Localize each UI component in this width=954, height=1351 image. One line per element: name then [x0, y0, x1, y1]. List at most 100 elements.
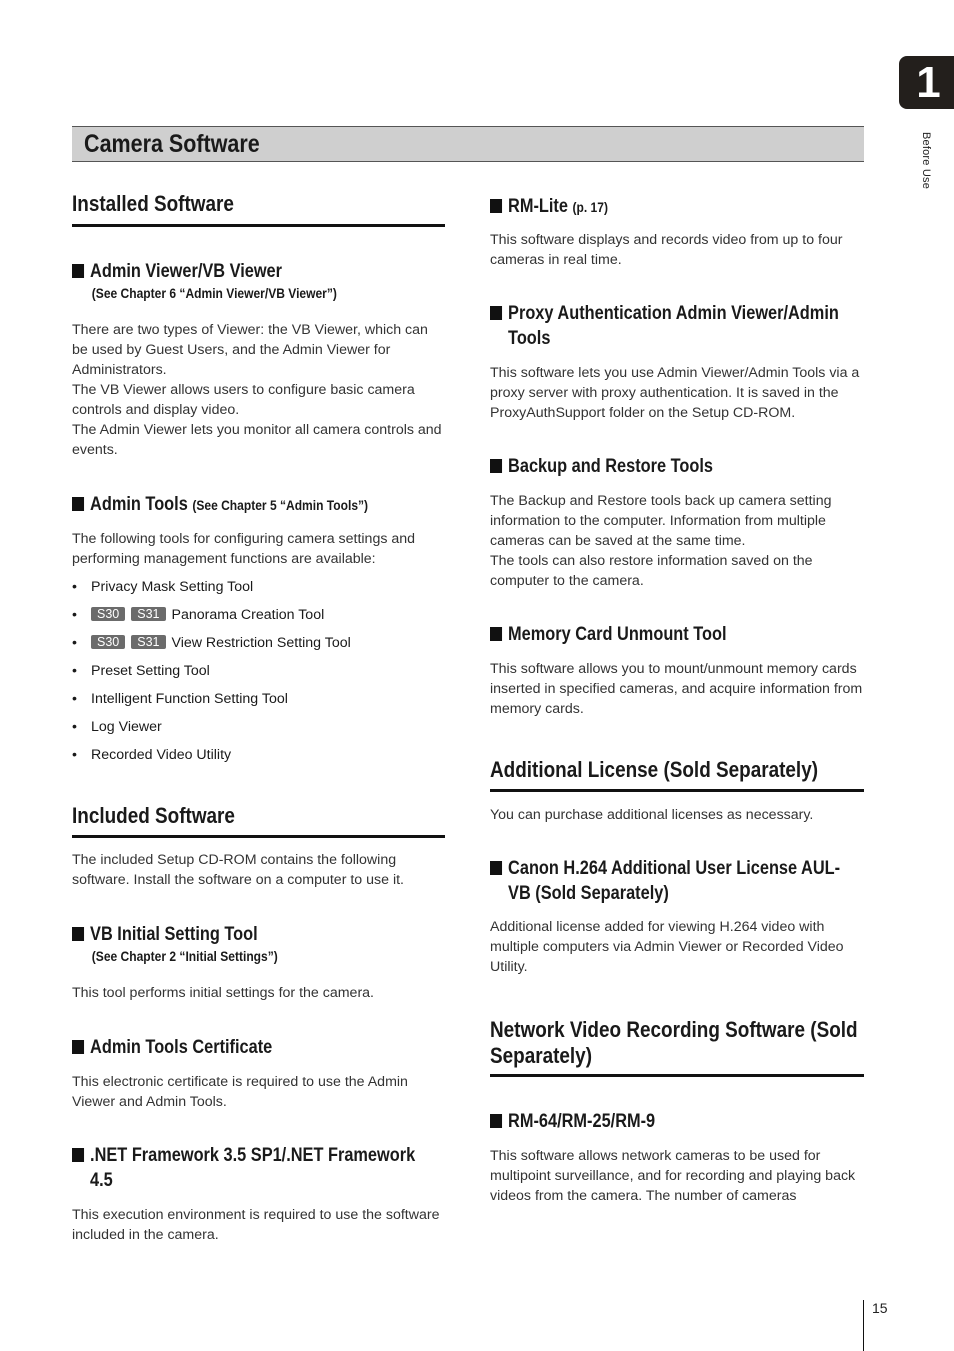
square-bullet-icon — [490, 199, 503, 213]
tool-name: Intelligent Function Setting Tool — [91, 691, 288, 707]
subsection-memory-card-unmount: Memory Card Unmount Tool — [490, 622, 864, 647]
subsection-admin-tools-certificate: Admin Tools Certificate — [72, 1035, 445, 1060]
tool-list-item: • Log Viewer — [72, 713, 445, 741]
chapter-reference[interactable]: (See Chapter 2 “Initial Settings”) — [72, 947, 393, 965]
bullet-icon: • — [72, 635, 77, 651]
chapter-reference[interactable]: (See Chapter 5 “Admin Tools”) — [192, 497, 368, 513]
rm-lite-description: This software displays and records video… — [490, 230, 864, 270]
paragraph: The included Setup CD-ROM contains the f… — [72, 852, 404, 888]
square-bullet-icon — [72, 1040, 85, 1054]
tool-list-item: • S30 S31 View Restriction Setting Tool — [72, 629, 445, 657]
tool-name: Privacy Mask Setting Tool — [91, 579, 254, 595]
square-bullet-icon — [490, 627, 503, 641]
chapter-label: Before Use — [920, 132, 932, 190]
subsection-heading: Backup and Restore Tools — [490, 454, 863, 479]
paragraph: This software allows network cameras to … — [490, 1148, 856, 1204]
square-bullet-icon — [490, 861, 503, 875]
bullet-icon: • — [72, 579, 77, 595]
tool-name: Recorded Video Utility — [91, 747, 232, 763]
section-network-video-recording: Network Video Recording Software (Sold Se… — [490, 1017, 864, 1069]
tool-list-item: • Intelligent Function Setting Tool — [72, 685, 445, 713]
proxy-description: This software lets you use Admin Viewer/… — [490, 363, 864, 423]
model-badge: S31 — [131, 607, 166, 621]
subsection-dotnet-framework: .NET Framework 3.5 SP1/.NET Framework 4.5 — [72, 1143, 445, 1193]
rm-64-description: This software allows network cameras to … — [490, 1146, 864, 1206]
square-bullet-icon — [490, 459, 503, 473]
subsection-heading: Canon H.264 Additional User License AUL-… — [490, 856, 863, 906]
subsection-heading: Proxy Authentication Admin Viewer/Admin T… — [490, 301, 863, 351]
bullet-icon: • — [72, 663, 77, 679]
tool-name: Log Viewer — [91, 719, 162, 735]
subsection-h264-license: Canon H.264 Additional User License AUL-… — [490, 856, 864, 906]
model-badge: S30 — [91, 607, 126, 621]
additional-license-intro: You can purchase additional licenses as … — [490, 805, 864, 825]
subsection-heading: VB Initial Setting Tool — [72, 922, 444, 947]
square-bullet-icon — [490, 1114, 503, 1128]
section-rule — [72, 224, 445, 227]
subsection-heading: Admin Tools (See Chapter 5 “Admin Tools”… — [72, 492, 444, 518]
tool-name: Panorama Creation Tool — [171, 607, 325, 623]
paragraph: The VB Viewer allows users to configure … — [72, 382, 415, 418]
subsection-heading: RM-64/RM-25/RM-9 — [490, 1109, 863, 1134]
subsection-heading: Admin Viewer/VB Viewer — [72, 259, 444, 284]
subsection-rm-lite: RM-Lite (p. 17) — [490, 194, 864, 220]
certificate-description: This electronic certificate is required … — [72, 1072, 445, 1112]
subsection-heading: .NET Framework 3.5 SP1/.NET Framework 4.5 — [72, 1143, 444, 1193]
tool-list: • Privacy Mask Setting Tool • S30 S31 Panoram… — [72, 573, 445, 769]
admin-tools-intro: The following tools for configuring came… — [72, 529, 445, 569]
paragraph: Additional license added for viewing H.2… — [490, 919, 844, 975]
admin-viewer-description: There are two types of Viewer: the VB Vi… — [72, 320, 445, 460]
chapter-number: 1 — [916, 57, 941, 107]
subsection-heading: Memory Card Unmount Tool — [490, 622, 863, 647]
model-badge: S31 — [131, 635, 166, 649]
section-heading: Additional License (Sold Separately) — [490, 757, 819, 782]
bullet-icon: • — [72, 607, 77, 623]
tool-list-item: • Recorded Video Utility — [72, 741, 445, 769]
square-bullet-icon — [72, 927, 85, 941]
paragraph: This execution environment is required t… — [72, 1207, 440, 1243]
paragraph: You can purchase additional licenses as … — [490, 807, 814, 823]
page-title-bar: Camera Software — [72, 126, 864, 162]
paragraph: There are two types of Viewer: the VB Vi… — [72, 322, 428, 378]
subsection-admin-tools: Admin Tools (See Chapter 5 “Admin Tools”… — [72, 492, 445, 518]
paragraph: The Backup and Restore tools back up cam… — [490, 493, 832, 549]
subsection-admin-viewer: Admin Viewer/VB Viewer (See Chapter 6 “A… — [72, 259, 445, 302]
vb-initial-description: This tool performs initial settings for … — [72, 983, 445, 1003]
square-bullet-icon — [72, 264, 85, 278]
chapter-reference[interactable]: (See Chapter 6 “Admin Viewer/VB Viewer”) — [72, 284, 393, 302]
section-rule — [490, 1074, 864, 1077]
memory-card-description: This software allows you to mount/unmoun… — [490, 659, 864, 719]
bullet-icon: • — [72, 719, 77, 735]
paragraph: The tools can also restore information s… — [490, 553, 813, 589]
square-bullet-icon — [490, 306, 503, 320]
h264-license-description: Additional license added for viewing H.2… — [490, 917, 864, 977]
tool-list-item: • S30 S31 Panorama Creation Tool — [72, 601, 445, 629]
subsection-vb-initial-setting-tool: VB Initial Setting Tool (See Chapter 2 “… — [72, 922, 445, 965]
page-reference-link[interactable]: (p. 17) — [573, 199, 608, 215]
dotnet-description: This execution environment is required t… — [72, 1205, 445, 1245]
tool-name: Preset Setting Tool — [91, 663, 210, 679]
square-bullet-icon — [72, 497, 85, 511]
paragraph: This tool performs initial settings for … — [72, 985, 374, 1001]
section-rule — [490, 789, 864, 792]
paragraph: This software displays and records video… — [490, 232, 843, 268]
subsection-backup-restore: Backup and Restore Tools — [490, 454, 864, 479]
model-badge: S30 — [91, 635, 126, 649]
page-title: Camera Software — [84, 130, 260, 158]
tool-list-item: • Preset Setting Tool — [72, 657, 445, 685]
square-bullet-icon — [72, 1148, 85, 1162]
section-installed-software: Installed Software — [72, 191, 445, 217]
backup-description: The Backup and Restore tools back up cam… — [490, 491, 864, 591]
section-heading: Network Video Recording Software (Sold Se… — [490, 1017, 858, 1068]
bullet-icon: • — [72, 747, 77, 763]
paragraph: This electronic certificate is required … — [72, 1074, 408, 1110]
paragraph: This software lets you use Admin Viewer/… — [490, 365, 860, 421]
tool-list-item: • Privacy Mask Setting Tool — [72, 573, 445, 601]
section-additional-license: Additional License (Sold Separately) — [490, 757, 864, 783]
page-number: 15 — [872, 1300, 888, 1316]
subsection-rm-64: RM-64/RM-25/RM-9 — [490, 1109, 864, 1134]
paragraph: This software allows you to mount/unmoun… — [490, 661, 863, 717]
tool-name: View Restriction Setting Tool — [171, 635, 351, 651]
chapter-tab: 1 — [899, 56, 954, 109]
admin-tools-list: • Privacy Mask Setting Tool • S30 S31 Panoram… — [72, 573, 445, 769]
